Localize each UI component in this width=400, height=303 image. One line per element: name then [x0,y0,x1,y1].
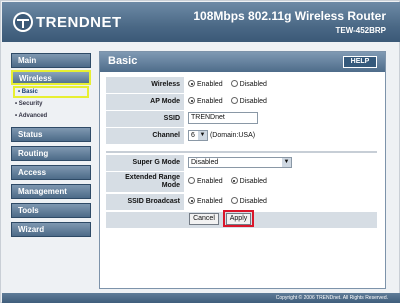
sidebar-item-status[interactable]: Status [11,127,91,142]
super-g-label: Super G Mode [106,155,184,171]
logo-wordmark: TRENDNET [36,14,122,31]
ap-mode-disabled-radio[interactable] [230,97,238,104]
channel-domain-note: (Domain:USA) [209,132,256,139]
wireless-disabled-label: Disabled [239,81,267,88]
sidebar-nav: Main Wireless • Basic • Security • Advan… [7,47,91,292]
sidebar-item-wireless[interactable]: Wireless [11,70,91,85]
extended-range-row: Extended Range Mode Enabled Disabled [106,172,377,192]
wireless-enabled-radio[interactable] [188,80,195,87]
section-divider [106,151,377,153]
panel-header: Basic HELP [100,52,385,72]
sidebar-item-management[interactable]: Management [11,184,91,199]
super-g-select[interactable]: Disabled ▼ [188,156,292,168]
ap-mode-label: AP Mode [106,94,184,110]
chevron-down-icon: ▼ [282,157,291,167]
footer-bar: Copyright © 2006 TRENDnet. All Rights Re… [2,293,400,303]
wireless-options: Enabled Disabled [188,77,379,93]
channel-value: 6 [191,131,195,139]
sidebar-item-tools[interactable]: Tools [11,203,91,218]
channel-field-wrap: 6 ▼ (Domain:USA) [188,128,379,144]
extended-range-enabled-radio[interactable] [188,177,195,184]
ssid-row: SSID TRENDnet [106,111,377,127]
page-title: Basic [108,55,138,67]
super-g-field-wrap: Disabled ▼ [188,155,379,171]
cancel-button[interactable]: Cancel [189,213,219,225]
extended-range-disabled-label: Disabled [239,178,267,185]
basic-settings-panel: Basic HELP Wireless Enabled Disabled AP … [99,51,386,289]
extended-range-label: Extended Range Mode [106,172,184,192]
chevron-down-icon: ▼ [198,130,207,140]
super-g-row: Super G Mode Disabled ▼ [106,155,377,171]
ssid-broadcast-label: SSID Broadcast [106,194,184,210]
ssid-broadcast-enabled-label: Enabled [197,198,223,205]
product-title: 108Mbps 802.11g Wireless Router [193,9,386,23]
ssid-broadcast-disabled-radio[interactable] [230,197,238,204]
ap-mode-row: AP Mode Enabled Disabled [106,94,377,110]
channel-select[interactable]: 6 ▼ [188,129,208,141]
ap-mode-options: Enabled Disabled [188,94,379,110]
router-admin-window: TRENDNET 108Mbps 802.11g Wireless Router… [0,0,400,303]
ssid-broadcast-options: Enabled Disabled [188,194,379,210]
ssid-broadcast-disabled-label: Disabled [239,198,267,205]
copyright-text: Copyright © 2006 TRENDnet. All Rights Re… [275,295,388,301]
extended-range-disabled-radio[interactable] [230,177,238,184]
sidebar-item-wizard[interactable]: Wizard [11,222,91,237]
sidebar-item-routing[interactable]: Routing [11,146,91,161]
ap-mode-enabled-label: Enabled [197,98,223,105]
extended-range-enabled-label: Enabled [197,178,223,185]
wireless-enabled-label: Enabled [197,81,223,88]
wireless-label: Wireless [106,77,184,93]
ssid-input[interactable]: TRENDnet [188,112,258,125]
help-button[interactable]: HELP [343,56,377,68]
wireless-row: Wireless Enabled Disabled [106,77,377,93]
ssid-field-wrap: TRENDnet [188,111,379,127]
ssid-broadcast-enabled-radio[interactable] [188,197,195,204]
channel-row: Channel 6 ▼ (Domain:USA) [106,128,377,144]
ssid-label: SSID [106,111,184,127]
extended-range-options: Enabled Disabled [188,172,379,188]
apply-button-highlight [223,210,254,227]
subnav-item-advanced[interactable]: • Advanced [15,113,47,119]
sidebar-item-access[interactable]: Access [11,165,91,180]
ap-mode-enabled-radio[interactable] [188,97,195,104]
subnav-item-basic[interactable]: • Basic [13,86,89,98]
ssid-broadcast-row: SSID Broadcast Enabled Disabled [106,194,377,210]
super-g-value: Disabled [191,158,219,166]
subnav-item-security[interactable]: • Security [15,101,42,107]
model-number: TEW-452BRP [335,26,386,35]
header-bar: TRENDNET 108Mbps 802.11g Wireless Router… [2,2,400,42]
wireless-disabled-radio[interactable] [230,80,238,87]
sidebar-item-main[interactable]: Main [11,53,91,68]
ap-mode-disabled-label: Disabled [239,98,267,105]
channel-label: Channel [106,128,184,144]
